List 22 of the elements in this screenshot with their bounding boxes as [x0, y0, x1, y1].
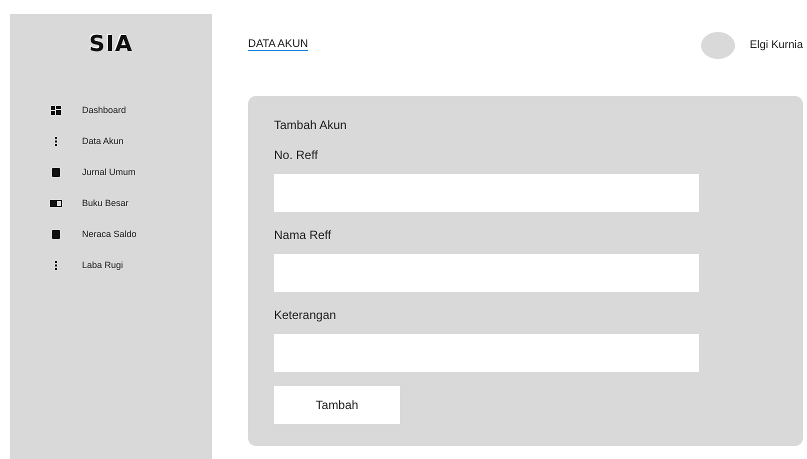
field-label: Nama Reff [274, 228, 332, 242]
field-label: No. Reff [274, 148, 319, 162]
book-icon [50, 198, 62, 208]
form-title: Tambah Akun [274, 118, 348, 132]
sidebar-item[interactable]: Buku Besar [50, 194, 212, 212]
input-field[interactable] [274, 334, 699, 372]
avatar [700, 32, 735, 58]
sidebar-item[interactable]: Dashboard [50, 101, 212, 119]
sidebar-item[interactable]: Data Akun [50, 132, 212, 150]
logo: SIA [88, 32, 134, 57]
add-button[interactable]: Tambah [274, 386, 400, 424]
field-label: Keterangan [274, 308, 338, 322]
sidebar-item[interactable]: Jurnal Umum [50, 163, 212, 181]
input-field[interactable] [274, 254, 699, 292]
sidebar-item[interactable]: Laba Rugi [50, 256, 212, 274]
square-icon [50, 168, 62, 176]
grid-icon [50, 106, 62, 114]
sidebar-item[interactable]: Neraca Saldo [50, 225, 212, 243]
square-icon [50, 230, 62, 238]
user-name: Elgi Kurnia [750, 39, 803, 51]
input-field[interactable] [274, 174, 699, 212]
page-title: DATA AKUN [248, 39, 308, 51]
